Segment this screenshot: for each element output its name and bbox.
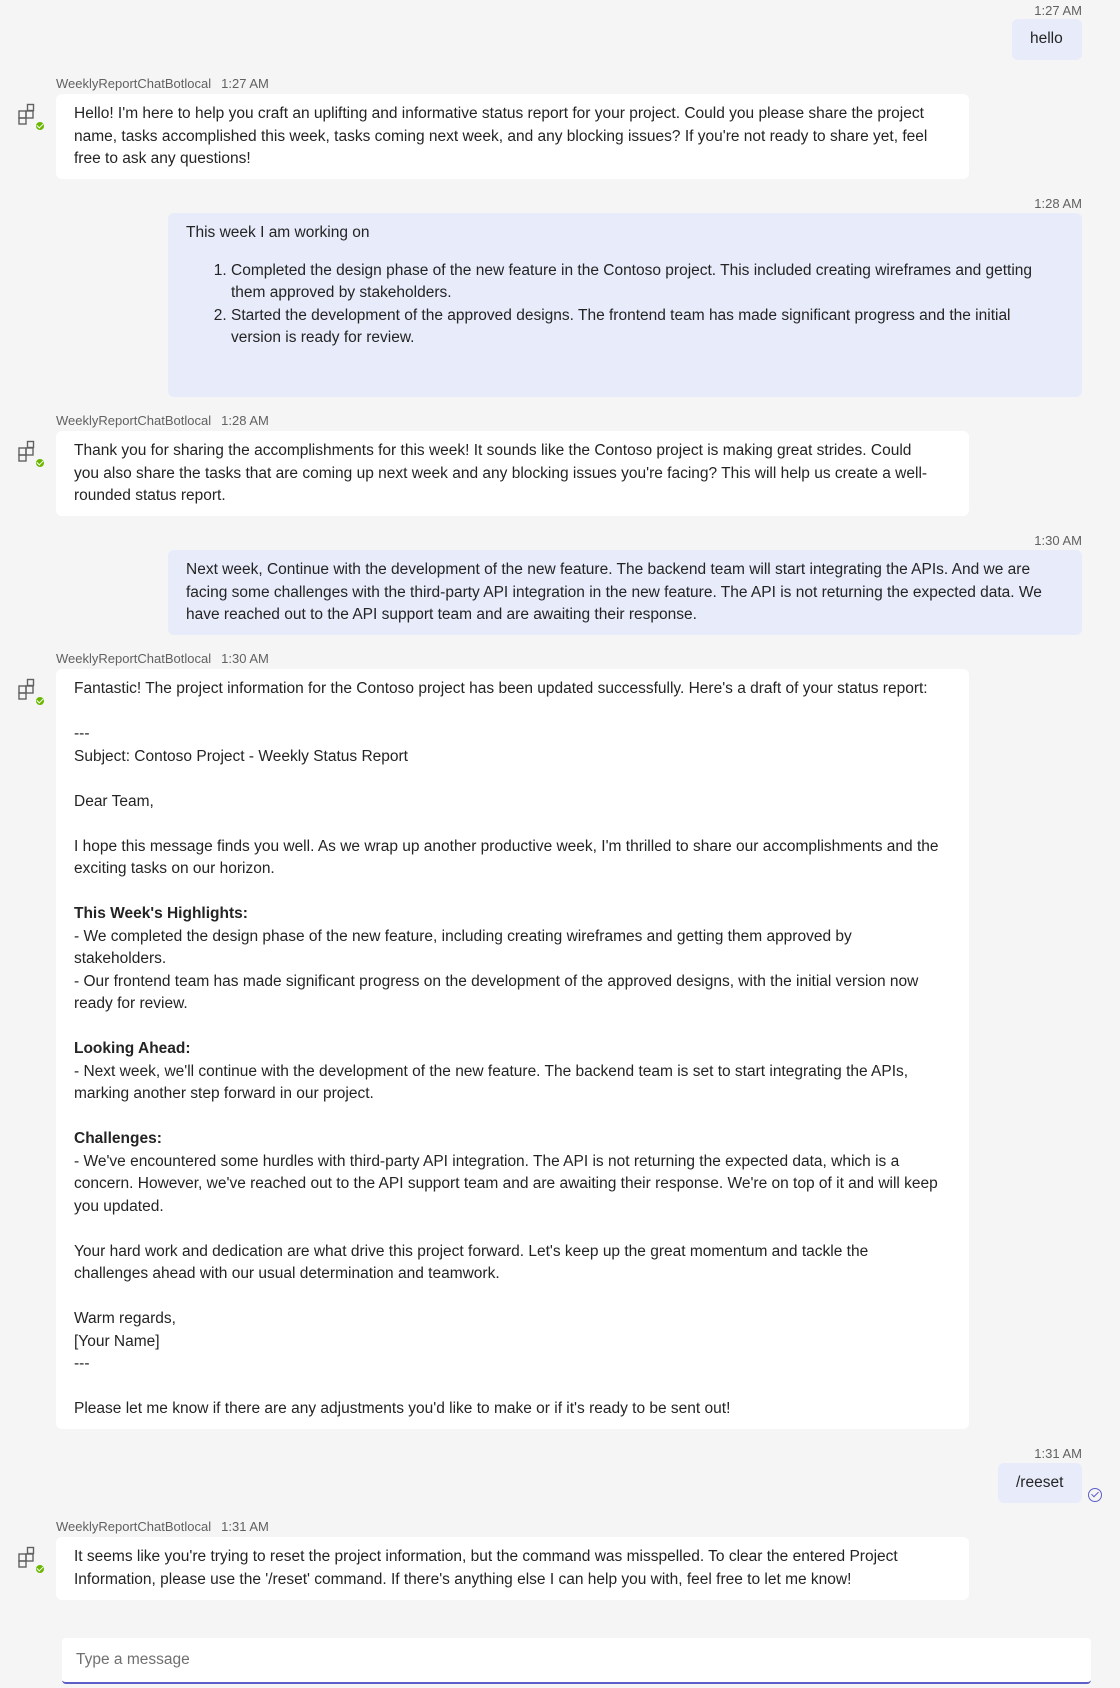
report-separator: --- [74,725,90,742]
bot-avatar[interactable] [18,1546,46,1576]
report-section-heading: Looking Ahead: [74,1040,191,1057]
message-line: free to ask any questions! [74,150,251,167]
compose-box[interactable] [62,1638,1091,1684]
bot-message[interactable]: Fantastic! The project information for t… [56,669,969,1429]
user-message[interactable]: /reeset [998,1463,1082,1503]
message-list: Completed the design phase of the new fe… [186,260,1064,350]
sender-name: WeeklyReportChatBotlocal [56,651,212,666]
user-message[interactable]: hello [1012,19,1082,60]
report-line: - We completed the design phase of the n… [74,927,852,945]
message-line: Information, please use the '/reset' com… [74,1570,852,1588]
bot-message[interactable]: Hello! I'm here to help you craft an upl… [56,94,969,179]
message-input[interactable] [62,1638,1091,1682]
report-greeting: Dear Team, [74,792,154,810]
report-signature: [Your Name] [74,1332,160,1350]
report-line: Your hard work and dedication are what d… [74,1242,869,1260]
message-header: WeeklyReportChatBotlocal 1:28 AM [56,413,269,429]
message-header: WeeklyReportChatBotlocal 1:30 AM [56,651,269,667]
report-subject: Subject: Contoso Project - Weekly Status… [74,747,408,765]
report-line: challenges ahead with our usual determin… [74,1265,500,1282]
message-line: name, tasks accomplished this week, task… [74,127,928,145]
report-line: marking another step forward in our proj… [74,1085,374,1102]
message-text: /reeset [1016,1474,1064,1491]
user-message[interactable]: This week I am working on Completed the … [168,213,1082,397]
report-section-heading: This Week's Highlights: [74,905,248,922]
bot-message[interactable]: It seems like you're trying to reset the… [56,1537,969,1600]
message-header: WeeklyReportChatBotlocal 1:31 AM [56,1519,269,1535]
report-line: stakeholders. [74,950,167,967]
sender-name: WeeklyReportChatBotlocal [56,1519,212,1534]
presence-available-icon [34,695,46,707]
report-opening-line: I hope this message finds you well. As w… [74,837,939,855]
report-line: - We've encountered some hurdles with th… [74,1152,900,1170]
message-timestamp: 1:28 AM [1034,196,1082,211]
message-header: WeeklyReportChatBotlocal 1:27 AM [56,76,269,92]
message-line: Next week, Continue with the development… [186,561,1031,578]
report-signoff: Warm regards, [74,1310,176,1327]
report-line: concern. However, we've reached out to t… [74,1175,938,1192]
message-timestamp: 1:31 AM [1034,1446,1082,1461]
message-line: rounded status report. [74,487,226,504]
bot-avatar[interactable] [18,440,46,470]
message-text: This week I am working on [186,224,370,241]
message-line: Hello! I'm here to help you craft an upl… [74,105,924,122]
read-receipt-icon [1088,1488,1102,1502]
report-opening-line: exciting tasks on our horizon. [74,860,275,877]
message-line: you also share the tasks that are coming… [74,464,928,482]
report-section-heading: Challenges: [74,1130,162,1147]
message-timestamp: 1:30 AM [1034,533,1082,548]
user-message[interactable]: Next week, Continue with the development… [168,550,1082,635]
list-item: Started the development of the approved … [231,305,1064,350]
report-line: - Our frontend team has made significant… [74,972,919,990]
message-timestamp: 1:28 AM [221,413,269,428]
message-line: Thank you for sharing the accomplishment… [74,442,912,459]
bot-avatar[interactable] [18,678,46,708]
message-line: facing some challenges with the third-pa… [186,583,1042,601]
report-line: ready for review. [74,995,188,1012]
message-line: have reached out to the API support team… [186,606,697,623]
presence-available-icon [34,1563,46,1575]
list-item: Completed the design phase of the new fe… [231,260,1064,305]
sender-name: WeeklyReportChatBotlocal [56,413,212,428]
report-footer: Please let me know if there are any adju… [74,1400,731,1417]
bot-avatar[interactable] [18,103,46,133]
message-timestamp: 1:31 AM [221,1519,269,1534]
report-separator: --- [74,1355,90,1372]
presence-available-icon [34,120,46,132]
message-timestamp: 1:30 AM [221,651,269,666]
report-intro: Fantastic! The project information for t… [74,680,928,697]
bot-message[interactable]: Thank you for sharing the accomplishment… [56,431,969,516]
report-line: you updated. [74,1197,164,1215]
message-text: hello [1030,30,1063,47]
sender-name: WeeklyReportChatBotlocal [56,76,212,91]
message-timestamp: 1:27 AM [221,76,269,91]
report-line: - Next week, we'll continue with the dev… [74,1062,909,1080]
message-timestamp: 1:27 AM [1034,3,1082,18]
presence-available-icon [34,457,46,469]
message-line: It seems like you're trying to reset the… [74,1548,898,1565]
